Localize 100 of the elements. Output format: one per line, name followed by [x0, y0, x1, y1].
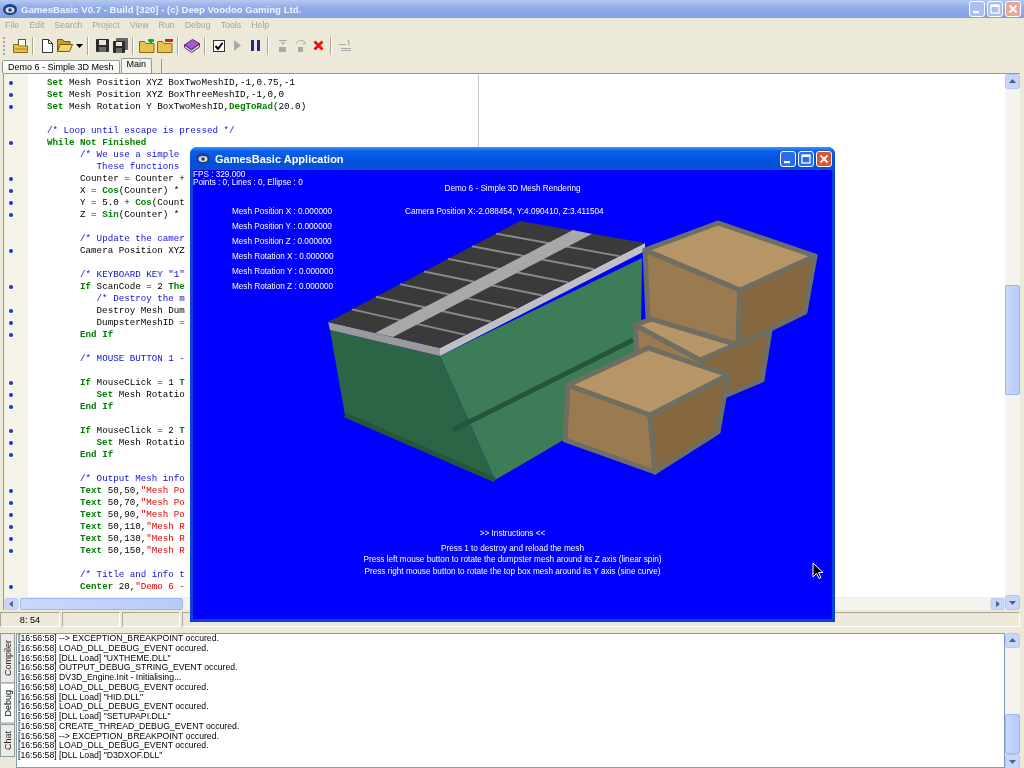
instruction-text: Press 1 to destroy and reload the mesh: [441, 542, 584, 554]
code-line: Set Mesh Rotatio: [96, 389, 185, 401]
cursor-position: 8: 54: [19, 614, 41, 625]
code-line: Text 50,50,"Mesh Po: [80, 485, 185, 497]
code-line: /* We use a simple: [80, 149, 180, 161]
code-line: End If: [80, 329, 114, 341]
code-line: Counter = Counter +: [80, 173, 185, 185]
code-line: If ScanCode = 2 The: [80, 281, 185, 293]
close-button[interactable]: [816, 150, 832, 167]
code-line: /* Destroy the m: [96, 293, 185, 305]
demo-heading: Demo 6 - Simple 3D Mesh Rendering: [444, 182, 581, 194]
scroll-left-button[interactable]: [4, 598, 19, 610]
window-title: GamesBasic Application: [215, 152, 344, 165]
stats-text: Points : 0, Lines : 0, Ellipse : 0: [193, 179, 303, 187]
code-line: If MouseClick = 2 T: [80, 425, 185, 437]
scrollbar-thumb[interactable]: [1005, 714, 1020, 754]
log-line: [16:56:58] LOAD_DLL_DEBUG_EVENT occured.: [18, 741, 210, 751]
camera-position-text: Camera Position X:-2.088454, Y:4.090410, Z:3.411504: [405, 206, 604, 217]
eye-icon: [3, 3, 17, 15]
instructions-title: >> Instructions <<: [479, 527, 546, 539]
code-line: Z = Sin(Counter) *: [80, 209, 180, 221]
log-line: [16:56:58] --> EXCEPTION_BREAKPOINT occured.: [18, 731, 220, 742]
mesh-info-text: Mesh Position Y : 0.000000: [232, 220, 333, 232]
code-line: Destroy Mesh Dum: [96, 305, 185, 317]
log-line: [16:56:58] LOAD_DLL_DEBUG_EVENT occured.: [18, 682, 210, 693]
checkbox-icon[interactable]: [213, 39, 225, 52]
instruction-text: Press left mouse button to rotate the dumpster mesh around its Z axis (linear spin): [363, 554, 662, 566]
caret-icon[interactable]: [75, 43, 83, 48]
log-line: [16:56:58] [DLL Load] "D3DXOF.DLL": [18, 751, 164, 761]
code-line: DumpsterMeshID =: [96, 317, 185, 329]
code-line: These functions: [96, 161, 180, 173]
folder-plus-icon[interactable]: [139, 38, 155, 53]
scroll-right-button[interactable]: [990, 598, 1005, 610]
cross-icon[interactable]: [312, 40, 324, 51]
floppy-disks-icon[interactable]: [112, 38, 128, 53]
code-line: If MouseCLick = 1 T: [80, 377, 185, 389]
instruction-text: Press right mouse button to rotate the top box mesh around its Y axis (sine curve): [364, 565, 661, 577]
code-line: /* Loop until escape is pressed */: [47, 125, 235, 137]
scroll-up-button[interactable]: [1005, 74, 1020, 89]
panel-tab[interactable]: Debug: [0, 683, 15, 724]
log-line: [16:56:58] LOAD_DLL_DEBUG_EVENT occured.: [18, 643, 210, 654]
code-line: End If: [80, 449, 114, 461]
log-line: [16:56:58] CREATE_THREAD_DEBUG_EVENT occured.: [18, 721, 241, 732]
code-line: Text 50,110,"Mesh R: [80, 521, 185, 533]
page-icon[interactable]: [41, 38, 53, 53]
eye-icon: [196, 153, 210, 164]
file-tab[interactable]: Main: [120, 58, 153, 73]
code-line: /* MOUSE BUTTON 1 -: [80, 353, 185, 365]
code-line: /* KEYBOARD KEY "1": [80, 269, 185, 281]
code-line: Text 50,130,"Mesh R: [80, 533, 185, 545]
panel-tab[interactable]: Chat: [0, 723, 15, 757]
mesh-info-text: Mesh Position X : 0.000000: [232, 205, 334, 217]
code-line: /* Update the camer: [80, 233, 185, 245]
log-line: [16:56:58] [DLL Load] "UXTHEME.DLL": [18, 653, 171, 664]
code-line: Set Mesh Position XYZ BoxTwoMeshID,-1,0.75,-1: [47, 77, 296, 89]
scrollbar-thumb[interactable]: [20, 598, 183, 610]
code-line: Text 50,150,"Mesh R: [80, 545, 185, 557]
code-line: X = Cos(Counter) *: [80, 185, 180, 197]
window-title: GamesBasic V0.7 - Build [320] - (c) Deep Voodoo Gaming Ltd.: [21, 3, 302, 15]
scroll-down-button[interactable]: [1005, 595, 1020, 610]
code-line: Set Mesh Position XYZ BoxThreeMeshID,-1,0,0: [47, 89, 285, 101]
fps-text: FPS : 329.000: [193, 171, 246, 179]
code-line: /* Title and info t: [80, 569, 185, 581]
log-line: [16:56:58] --> EXCEPTION_BREAKPOINT occured.: [18, 634, 220, 644]
code-line: Text 50,90,"Mesh Po: [80, 509, 185, 521]
mesh-info-text: Mesh Position Z : 0.000000: [232, 235, 333, 247]
panel-tab[interactable]: Compiler: [0, 633, 15, 683]
pause-icon[interactable]: [250, 40, 260, 51]
code-line: Y = 5.0 + Cos(Count: [80, 197, 185, 209]
log-line: [16:56:58] [DLL Load] "SETUPAPI.DLL": [18, 712, 172, 722]
code-line: Set Mesh Rotatio: [96, 437, 185, 449]
status-bar-panel: [62, 612, 120, 627]
folder-document-icon[interactable]: [12, 38, 28, 53]
code-line: While Not Finished: [47, 137, 147, 149]
mesh-info-text: Mesh Rotation Z : 0.000000: [232, 280, 334, 292]
code-line: End If: [80, 401, 114, 413]
log-line: [16:56:58] LOAD_DLL_DEBUG_EVENT occured.: [18, 702, 210, 712]
code-line: Camera Position XYZ: [80, 245, 185, 257]
log-line: [16:56:58] DV3D_Engine.Init - Initialising...: [18, 673, 183, 683]
mesh-info-text: Mesh Rotation X : 0.000000: [232, 250, 334, 262]
vertical-scrollbar[interactable]: [1005, 633, 1020, 768]
mesh-info-text: Mesh Rotation Y : 0.000000: [232, 265, 334, 277]
code-line: Set Mesh Rotation Y BoxTwoMeshID,DegToRad(20.0): [47, 101, 307, 113]
code-line: /* Output Mesh info: [80, 473, 185, 485]
log-line: [16:56:58] OUTPUT_DEBUG_STRING_EVENT occured.: [18, 663, 239, 673]
scroll-up-button[interactable]: [1005, 633, 1020, 648]
cursor-icon: [812, 562, 824, 579]
status-bar-panel: [122, 612, 180, 627]
log-line: [16:56:58] [DLL Load] "HID.DLL": [18, 692, 144, 703]
minimize-button[interactable]: [780, 150, 796, 167]
code-line: Text 50,70,"Mesh Po: [80, 497, 185, 509]
vertical-scrollbar[interactable]: [1005, 74, 1020, 610]
folder-icon[interactable]: [57, 39, 73, 52]
scrollbar-thumb[interactable]: [1005, 285, 1020, 395]
book-icon[interactable]: [184, 38, 200, 53]
folder-minus-icon[interactable]: [157, 38, 173, 53]
file-tab[interactable]: Demo 6 - Simple 3D Mesh: [2, 60, 120, 73]
scroll-down-button[interactable]: [1005, 754, 1020, 768]
maximize-button[interactable]: [798, 150, 814, 167]
code-line: Center 20,"Demo 6 -: [80, 581, 185, 593]
